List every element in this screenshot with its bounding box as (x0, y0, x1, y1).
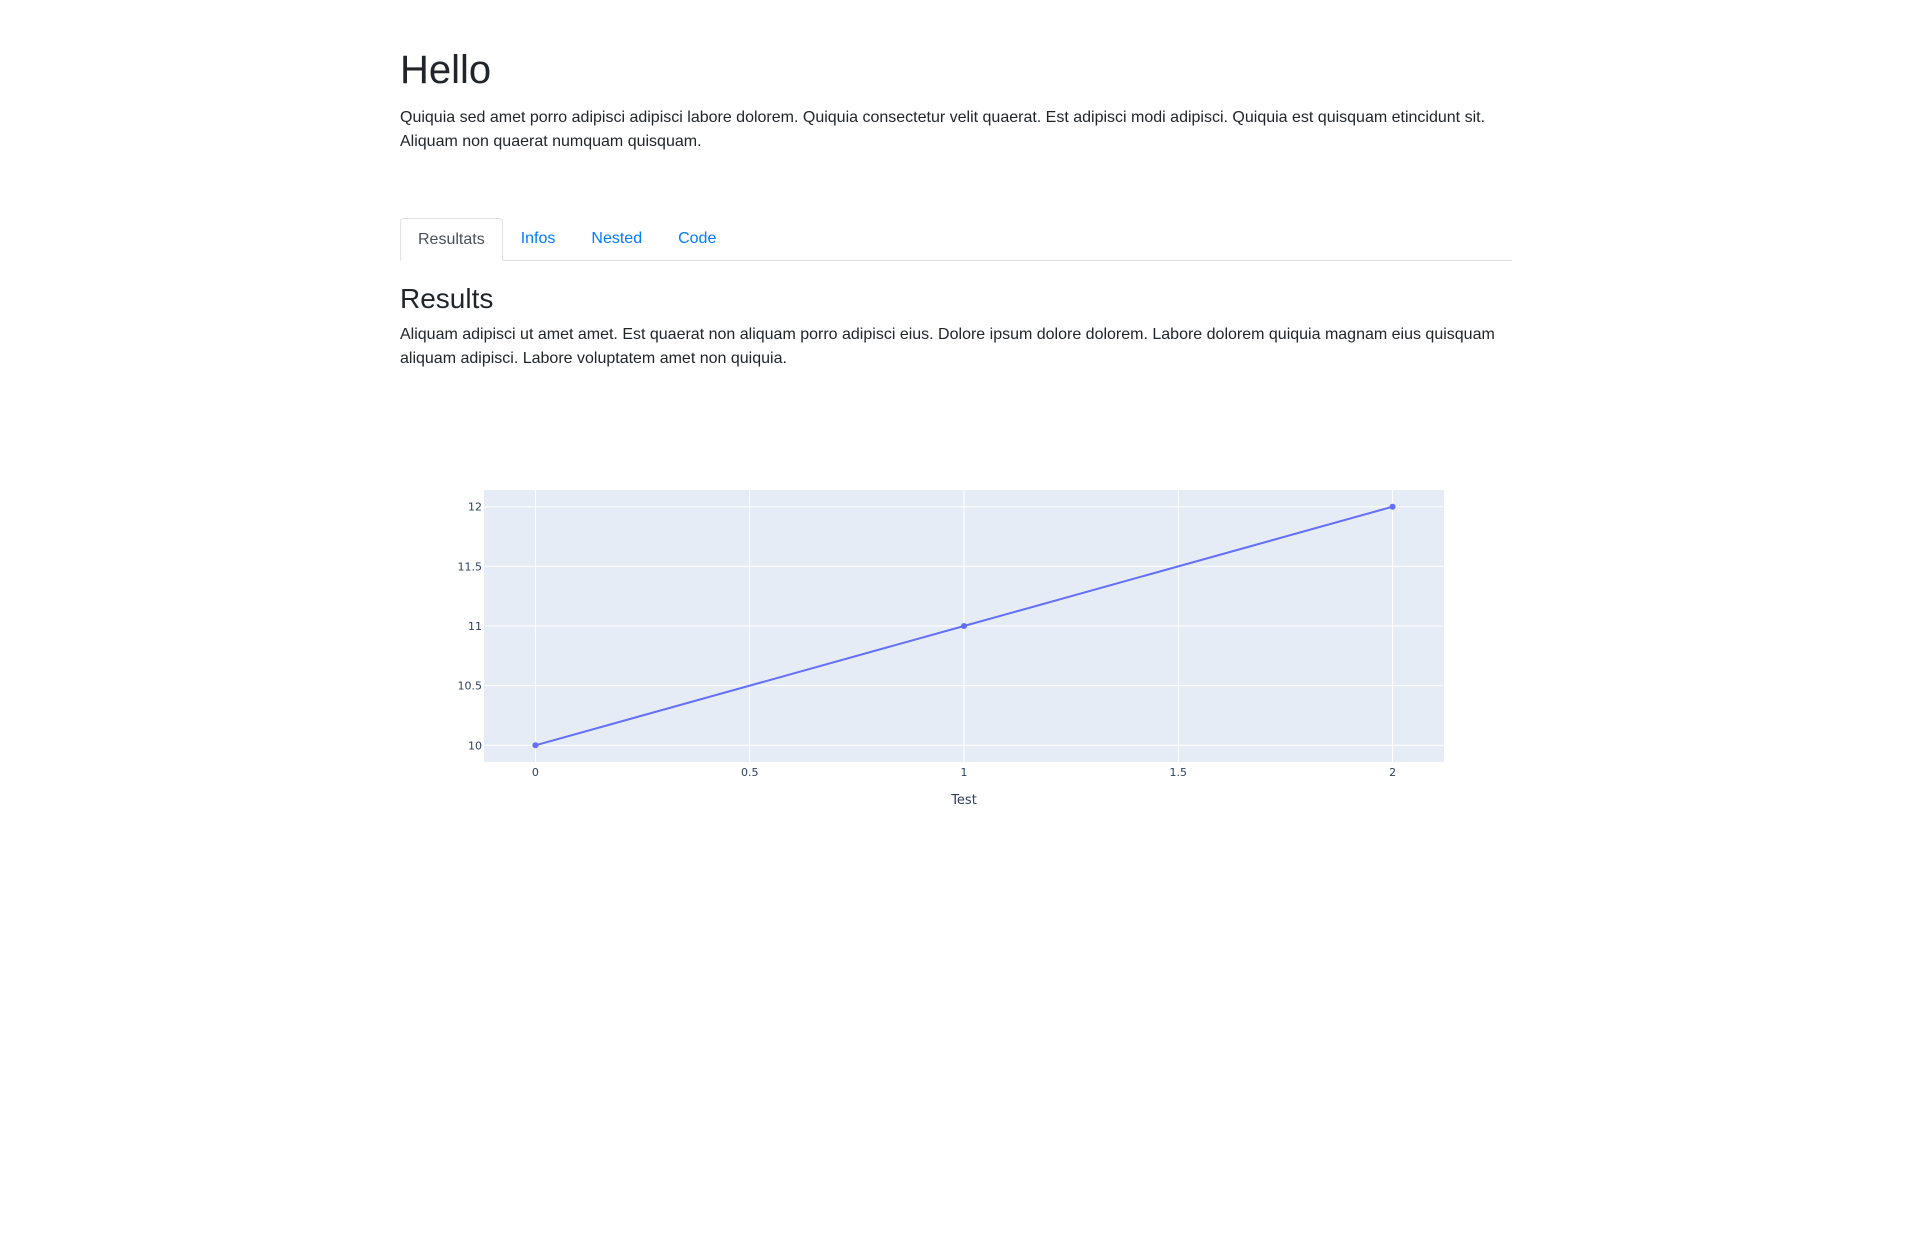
x-tick-label: 0.5 (741, 766, 759, 779)
x-tick-label: 1 (961, 766, 968, 779)
y-tick-label: 11.5 (458, 560, 483, 573)
data-point[interactable] (1389, 503, 1396, 510)
intro-paragraph: Quiquia sed amet porro adipisci adipisci… (400, 109, 1486, 150)
x-tick-label: 2 (1389, 766, 1396, 779)
data-point[interactable] (532, 742, 539, 749)
tab-resultats[interactable]: Resultats (400, 218, 503, 261)
section-title: Results (400, 283, 494, 314)
x-tick-label: 1.5 (1170, 766, 1188, 779)
section-paragraph: Aliquam adipisci ut amet amet. Est quaer… (400, 326, 1495, 367)
data-point[interactable] (961, 623, 967, 629)
line-chart: 0 0.5 1 1.5 21010.51111.512 Test (458, 490, 1444, 808)
x-axis-title: Test (950, 793, 977, 808)
y-tick-label: 10 (468, 739, 482, 752)
y-tick-label: 11 (468, 620, 482, 633)
page-title: Hello (400, 48, 492, 92)
x-tick-label: 0 (532, 766, 539, 779)
tab-infos[interactable]: Infos (503, 218, 574, 259)
y-tick-label: 12 (468, 501, 482, 514)
tab-bar: Resultats Infos Nested Code (400, 218, 1512, 261)
y-tick-label: 10.5 (458, 680, 483, 693)
tab-code[interactable]: Code (660, 218, 734, 259)
tab-nested[interactable]: Nested (573, 218, 660, 259)
